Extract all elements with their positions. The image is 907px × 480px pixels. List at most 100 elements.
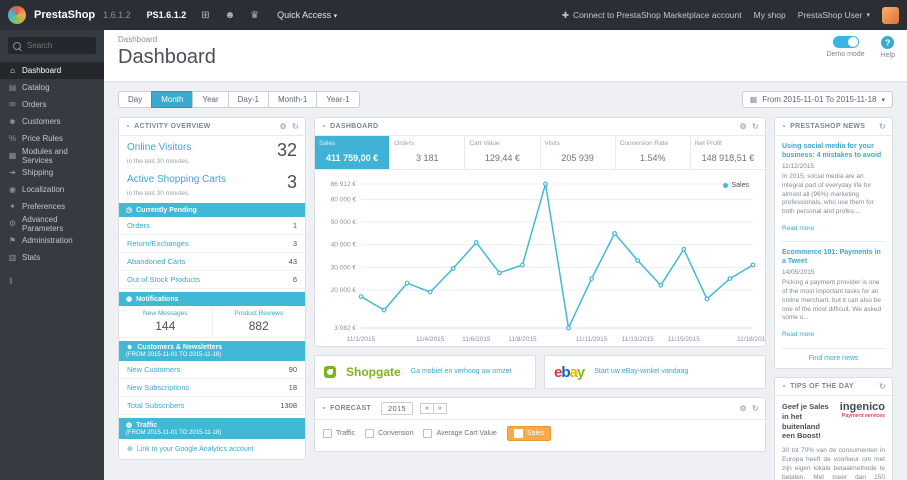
pending-returns-link[interactable]: Return/Exchanges: [127, 239, 189, 248]
new-subscriptions-link[interactable]: New Subscriptions: [127, 383, 189, 392]
quick-access-menu[interactable]: Quick Access ▾: [277, 10, 337, 20]
sidebar-item-dashboard[interactable]: ⌂ Dashboard: [0, 62, 104, 79]
ingenico-brand: ingenico: [839, 401, 885, 414]
pending-row-returns: Return/Exchanges 3: [119, 235, 305, 254]
help-control: ? Help: [881, 36, 895, 59]
new-messages-cell[interactable]: New Messages 144: [119, 306, 213, 338]
kpi-orders[interactable]: Orders 3 181: [390, 136, 466, 169]
gear-icon[interactable]: ⚙: [740, 404, 747, 413]
sidebar-collapse-handle[interactable]: ‖: [0, 266, 104, 296]
kpi-net-profit[interactable]: Net Profit 148 918,51 €: [691, 136, 765, 169]
period-day-button[interactable]: Day: [118, 91, 153, 108]
news-column: ◔ PRESTASHOP NEWS ↻ Using social media f…: [774, 117, 893, 480]
news-article-headline[interactable]: Using social media for your business: 4 …: [782, 142, 885, 160]
kpi-sales[interactable]: Sales 411 759,00 €: [315, 136, 391, 169]
sidebar-item-customers[interactable]: ☻ Customers: [0, 113, 104, 130]
person-icon[interactable]: ☻: [225, 10, 236, 21]
shopgate-link[interactable]: Ga mobiel en verhoog uw omzet: [411, 368, 512, 376]
panel-tools: ⚙ ↻: [740, 122, 760, 131]
svg-text:30 000 €: 30 000 €: [331, 264, 357, 271]
read-more-link[interactable]: Read more: [782, 225, 814, 232]
news-article-headline[interactable]: Ecommerce 101: Payments in a Tweet: [782, 248, 885, 266]
marketplace-connect-link[interactable]: ✚ Connect to PrestaShop Marketplace acco…: [562, 10, 742, 21]
forecast-conversion-checkbox[interactable]: Conversion: [365, 429, 413, 438]
pending-orders-link[interactable]: Orders: [127, 221, 150, 230]
period-year-1-button[interactable]: Year-1: [316, 91, 360, 108]
kpi-conversion-rate[interactable]: Conversion Rate 1.54%: [616, 136, 691, 169]
refresh-icon[interactable]: ↻: [879, 122, 886, 131]
kpi-value: 129,44 €: [484, 153, 520, 163]
tips-panel-header: ◔ TIPS OF THE DAY ↻: [775, 378, 892, 397]
checkbox-icon: [513, 429, 523, 438]
svg-text:66 912 €: 66 912 €: [331, 181, 357, 188]
shop-name[interactable]: PS1.6.1.2: [147, 10, 187, 20]
customers-newsletters-title: Customers & Newsletters: [137, 344, 223, 352]
forecast-traffic-checkbox[interactable]: Traffic: [323, 429, 355, 438]
refresh-icon[interactable]: ↻: [292, 122, 299, 131]
active-carts-link[interactable]: Active Shopping Carts: [127, 174, 226, 185]
gear-icon[interactable]: ⚙: [740, 122, 747, 131]
abandoned-carts-link[interactable]: Abandoned Carts: [127, 257, 185, 266]
forecast-year-select[interactable]: 2015: [381, 402, 413, 415]
out-of-stock-link[interactable]: Out of Stock Products: [127, 275, 200, 284]
kpi-visits[interactable]: Visits 205 939: [541, 136, 616, 169]
new-subscriptions-value: 18: [288, 383, 297, 393]
online-visitors-link[interactable]: Online Visitors: [127, 142, 191, 153]
traffic-header: ◍ Traffic (FROM 2015-11-01 TO 2015-11-18…: [119, 418, 305, 440]
find-more-news-link[interactable]: Find more news: [782, 348, 885, 368]
refresh-icon[interactable]: ↻: [752, 122, 759, 131]
price-rules-icon: %: [8, 134, 17, 143]
sidebar-item-price-rules[interactable]: % Price Rules: [0, 130, 104, 147]
sidebar-item-catalog[interactable]: ▤ Catalog: [0, 79, 104, 96]
tips-of-the-day-panel: ◔ TIPS OF THE DAY ↻ Geef je Sales in het…: [774, 377, 893, 480]
sidebar-item-localization[interactable]: ◉ Localization: [0, 181, 104, 198]
trophy-icon[interactable]: ♛: [250, 10, 259, 21]
avatar[interactable]: [882, 6, 899, 24]
forecast-prev-button[interactable]: «: [419, 403, 434, 414]
sidebar-item-shipping[interactable]: ➔ Shipping: [0, 164, 104, 181]
new-customers-link[interactable]: New Customers: [127, 365, 180, 374]
read-more-link[interactable]: Read more: [782, 331, 814, 338]
demo-mode-toggle[interactable]: [832, 36, 859, 48]
google-analytics-link[interactable]: ⊕ Link to your Google Analytics account: [119, 439, 305, 459]
sidebar-item-stats[interactable]: ▥ Stats: [0, 249, 104, 266]
online-visitors-stat: Online Visitors 32 in the last 30 minute…: [119, 136, 305, 168]
period-month-1-button[interactable]: Month-1: [267, 91, 318, 108]
help-icon[interactable]: ?: [881, 36, 895, 49]
activity-overview-panel: ◔ ACTIVITY OVERVIEW ⚙ ↻ Online Visitors …: [118, 117, 306, 461]
panel-tools: ↻: [879, 382, 886, 391]
forecast-legend: Traffic Conversion Average Cart Value Sa…: [315, 420, 765, 451]
ebay-link[interactable]: Start uw eBay-winkel vandaag: [594, 368, 688, 376]
sidebar-item-administration[interactable]: ⚑ Administration: [0, 232, 104, 249]
new-messages-value: 144: [155, 319, 176, 334]
forecast-next-button[interactable]: »: [432, 403, 447, 414]
refresh-icon[interactable]: ↻: [752, 404, 759, 413]
refresh-icon[interactable]: ↻: [879, 382, 886, 391]
period-day-1-button[interactable]: Day-1: [227, 91, 269, 108]
my-shop-link[interactable]: My shop: [754, 10, 786, 20]
cart-icon[interactable]: ⊞: [201, 10, 209, 21]
dashboard-columns: ◔ ACTIVITY OVERVIEW ⚙ ↻ Online Visitors …: [118, 117, 893, 480]
gear-icon[interactable]: ⚙: [280, 122, 287, 131]
sidebar-item-preferences[interactable]: ✦ Preferences: [0, 198, 104, 215]
forecast-panel-icon: ◔: [321, 404, 327, 413]
active-carts-subtext: in the last 30 minutes: [127, 190, 189, 198]
sidebar-item-modules[interactable]: ▦ Modules and Services: [0, 147, 104, 165]
date-range-picker[interactable]: ▦ From 2015-11-01 To 2015-11-18 ▾: [741, 91, 893, 108]
breadcrumb[interactable]: Dashboard: [118, 35, 893, 44]
user-menu[interactable]: PrestaShop User ▾: [798, 10, 870, 20]
sidebar-item-orders[interactable]: ✉ Orders: [0, 96, 104, 113]
svg-text:3 082 €: 3 082 €: [334, 325, 356, 332]
search-input[interactable]: [25, 40, 97, 51]
sidebar-item-advanced-parameters[interactable]: ⚙ Advanced Parameters: [0, 215, 104, 233]
product-reviews-cell[interactable]: Product Reviews 882: [213, 306, 306, 337]
forecast-sales-checkbox[interactable]: Sales: [506, 426, 552, 441]
kpi-cart-value[interactable]: Cart Value 129,44 €: [465, 136, 541, 169]
total-subscribers-link[interactable]: Total Subscribers: [127, 401, 185, 410]
period-year-button[interactable]: Year: [192, 91, 229, 108]
forecast-cart-value-checkbox[interactable]: Average Cart Value: [423, 429, 497, 438]
prestashop-logo-icon[interactable]: [8, 6, 26, 24]
period-month-button[interactable]: Month: [151, 91, 194, 108]
forecast-panel-header: ◔ FORECAST 2015 « » ⚙ ↻: [315, 398, 765, 420]
checkbox-icon: [323, 429, 332, 438]
